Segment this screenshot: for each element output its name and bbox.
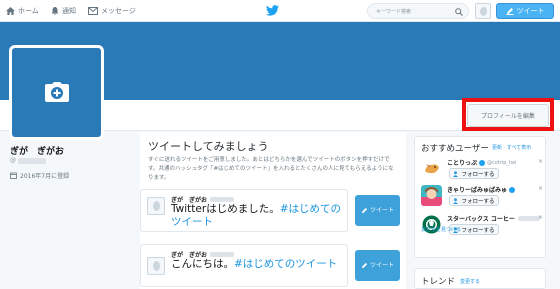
nav-avatar[interactable] [475,3,491,19]
search-placeholder: キーワード検索 [376,8,412,15]
suggested-tweet-button-label: ツイート [369,261,394,269]
cotrip-avatar[interactable] [421,158,442,179]
profile-handle: @ [10,157,46,164]
suggested-user: きゃりーぱみゅぱみゅ × フォローする [421,185,543,211]
starbucks-name: スターバックス コーヒー [447,216,515,223]
dismiss-user-icon[interactable]: × [538,158,543,165]
card-handle-redaction [210,197,235,202]
timeline-description: すぐに送れるツイートをご用意しました。あとはどちらかを選んでツイートのボタンを押… [148,157,394,181]
suggested-tweet-card: ぎが ぎがお Twitterはじめました。#はじめてのツイート [140,189,348,232]
search-icon[interactable] [455,8,463,16]
nav-messages[interactable]: メッセージ [88,0,136,22]
follow-button[interactable]: フォローする [449,168,499,179]
card-handle-redaction [210,252,235,257]
home-icon [6,7,15,15]
nav-notifications[interactable]: 通知 [51,0,76,22]
suggested-user: ことりっぷ @cotrip_twi × フォローする [421,158,543,184]
calendar-icon [10,172,17,179]
follow-button[interactable]: フォローする [449,195,499,206]
profile-avatar[interactable] [9,45,104,140]
dismiss-user-icon[interactable]: × [538,214,543,221]
nav-home-label: ホーム [18,7,39,15]
refresh-link[interactable]: 更新 [492,145,502,151]
compose-tweet-label: ツイート [516,7,545,15]
who-to-follow-links: 更新 · すべて表示 [492,144,531,151]
who-to-follow-title: おすすめユーザー [421,144,489,154]
suggested-tweet-button-label: ツイート [369,206,394,214]
trends-module: トレンド 変更する [414,268,546,289]
card-tweet-text: こんにちは。#はじめてのツイート [171,258,347,271]
twitter-bird-icon[interactable] [266,5,279,16]
compose-icon [506,8,513,15]
suggested-tweet-button[interactable]: ツイート [355,195,400,226]
suggested-tweet-button[interactable]: ツイート [355,250,400,281]
dismiss-user-icon[interactable]: × [538,185,543,192]
suggested-user-name[interactable]: ことりっぷ @cotrip_twi [447,158,516,167]
user-handle-redaction [517,216,540,221]
camera-add-icon [45,82,69,102]
first-tweet-prompt: ツイートしてみましょう すぐに送れるツイートをご用意しました。あとはどちらかを選… [140,132,406,289]
nav-messages-label: メッセージ [101,7,136,15]
card-tweet-body: Twitterはじめました。 [171,203,280,215]
find-friends-link[interactable]: 友だちを見つける [421,226,461,233]
follow-button-label: フォローする [461,171,495,178]
verified-badge-icon [509,186,516,193]
card-tweet-text: Twitterはじめました。#はじめてのツイート [171,203,347,229]
cotrip-name: ことりっぷ [447,160,478,167]
compose-icon [361,207,368,214]
bell-icon [51,7,59,15]
handle-redaction [18,157,46,164]
suggested-tweet-card: ぎが ぎがお こんにちは。#はじめてのツイート [140,244,348,287]
cotrip-handle: @cotrip_twi [487,159,517,166]
profile-name: ぎが ぎがお [10,147,65,157]
link-separator: · [503,145,506,151]
card-tweet-body: こんにちは。 [171,258,234,270]
kyary-name: きゃりーぱみゅぱみゅ [447,187,508,194]
trends-title: トレンド [421,277,456,287]
view-all-link[interactable]: すべて表示 [507,145,531,151]
follow-button-label: フォローする [461,198,495,205]
kyary-avatar[interactable] [421,185,442,206]
profile-joined-date: 2016年7月に登録 [10,171,69,180]
follow-button-label: フォローする [461,227,495,234]
verified-badge-icon [479,159,486,166]
joined-text: 2016年7月に登録 [20,173,70,180]
nav-notifications-label: 通知 [62,7,76,15]
timeline-title: ツイートしてみましょう [148,140,269,153]
top-navigation-bar: ホーム 通知 メッセージ キーワード検索 ツイート [0,0,560,22]
profile-handle-prefix: @ [10,157,16,164]
add-user-icon [453,197,459,204]
highlight-box [462,98,554,131]
who-to-follow-module: おすすめユーザー 更新 · すべて表示 ことりっぷ @cotrip_twi × … [414,136,546,258]
card-avatar [147,197,165,215]
search-input[interactable]: キーワード検索 [367,3,469,19]
suggested-user-name[interactable]: スターバックス コーヒー [447,214,540,223]
suggested-user-name[interactable]: きゃりーぱみゅぱみゅ [447,185,516,194]
compose-tweet-button[interactable]: ツイート [496,3,554,19]
envelope-icon [88,7,98,15]
card-hashtag[interactable]: #はじめてのツイート [234,258,337,270]
nav-home[interactable]: ホーム [6,0,39,22]
card-avatar [147,257,165,275]
add-user-icon [453,170,459,177]
trends-change-link[interactable]: 変更する [460,278,480,285]
compose-icon [361,262,368,269]
